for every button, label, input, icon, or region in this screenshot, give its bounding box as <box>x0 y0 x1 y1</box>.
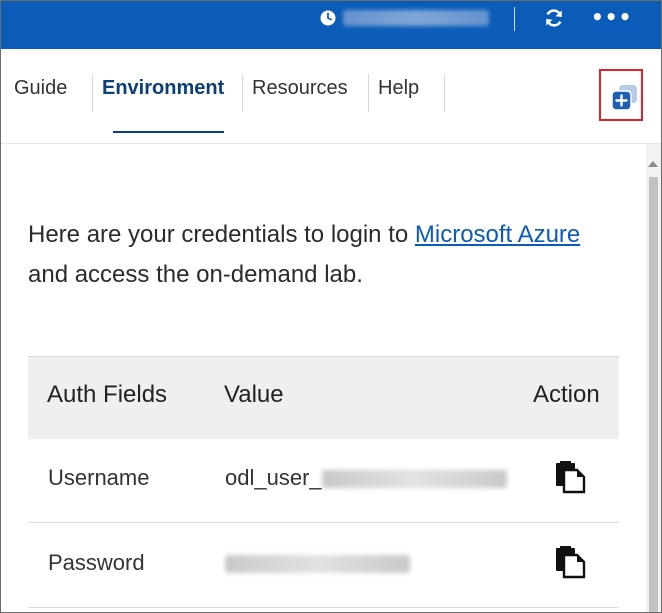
header-value: Value <box>224 381 284 408</box>
popout-button[interactable] <box>599 69 643 121</box>
tab-environment[interactable]: Environment <box>102 77 224 100</box>
tab-resources[interactable]: Resources <box>252 77 348 100</box>
tab-divider <box>242 74 243 112</box>
tab-divider <box>92 74 93 112</box>
copy-icon[interactable] <box>553 545 587 579</box>
password-redacted <box>225 555 410 574</box>
tab-bar: Guide Environment Resources Help <box>1 49 661 144</box>
divider <box>514 7 515 31</box>
environment-content: Here are your credentials to login to Mi… <box>1 144 661 612</box>
header-auth-fields: Auth Fields <box>47 381 168 408</box>
header-action: Action <box>533 381 600 408</box>
active-tab-indicator <box>113 131 224 133</box>
intro-text-after: and access the on-demand lab. <box>28 261 363 288</box>
intro-text-before: Here are your credentials to login to <box>28 221 415 248</box>
username-redacted <box>321 470 507 489</box>
username-label: Username <box>48 465 150 490</box>
credentials-intro: Here are your credentials to login to Mi… <box>28 215 598 295</box>
refresh-icon[interactable] <box>543 7 565 29</box>
microsoft-azure-link[interactable]: Microsoft Azure <box>415 221 580 248</box>
scrollbar-thumb[interactable] <box>649 177 658 612</box>
more-options-button[interactable]: ••• <box>591 7 631 29</box>
table-row: Password <box>28 523 619 608</box>
password-value[interactable] <box>225 550 410 576</box>
table-row: Username odl_user_ <box>28 438 619 523</box>
tab-help[interactable]: Help <box>378 77 419 100</box>
table-header: Auth Fields Value Action <box>28 356 619 439</box>
popout-window-icon <box>611 85 637 111</box>
clock-icon <box>320 10 336 26</box>
top-bar: ••• <box>1 1 661 49</box>
timer-value-redacted <box>343 10 489 26</box>
scroll-up-arrow[interactable] <box>648 161 658 167</box>
tab-guide[interactable]: Guide <box>14 77 67 100</box>
username-prefix: odl_user_ <box>225 465 322 490</box>
copy-icon[interactable] <box>553 460 587 494</box>
lab-panel: ••• Guide Environment Resources Help Her… <box>0 0 662 613</box>
tab-divider <box>444 74 445 112</box>
username-value[interactable]: odl_user_ <box>225 465 507 491</box>
password-label: Password <box>48 550 145 575</box>
tab-divider <box>368 74 369 112</box>
